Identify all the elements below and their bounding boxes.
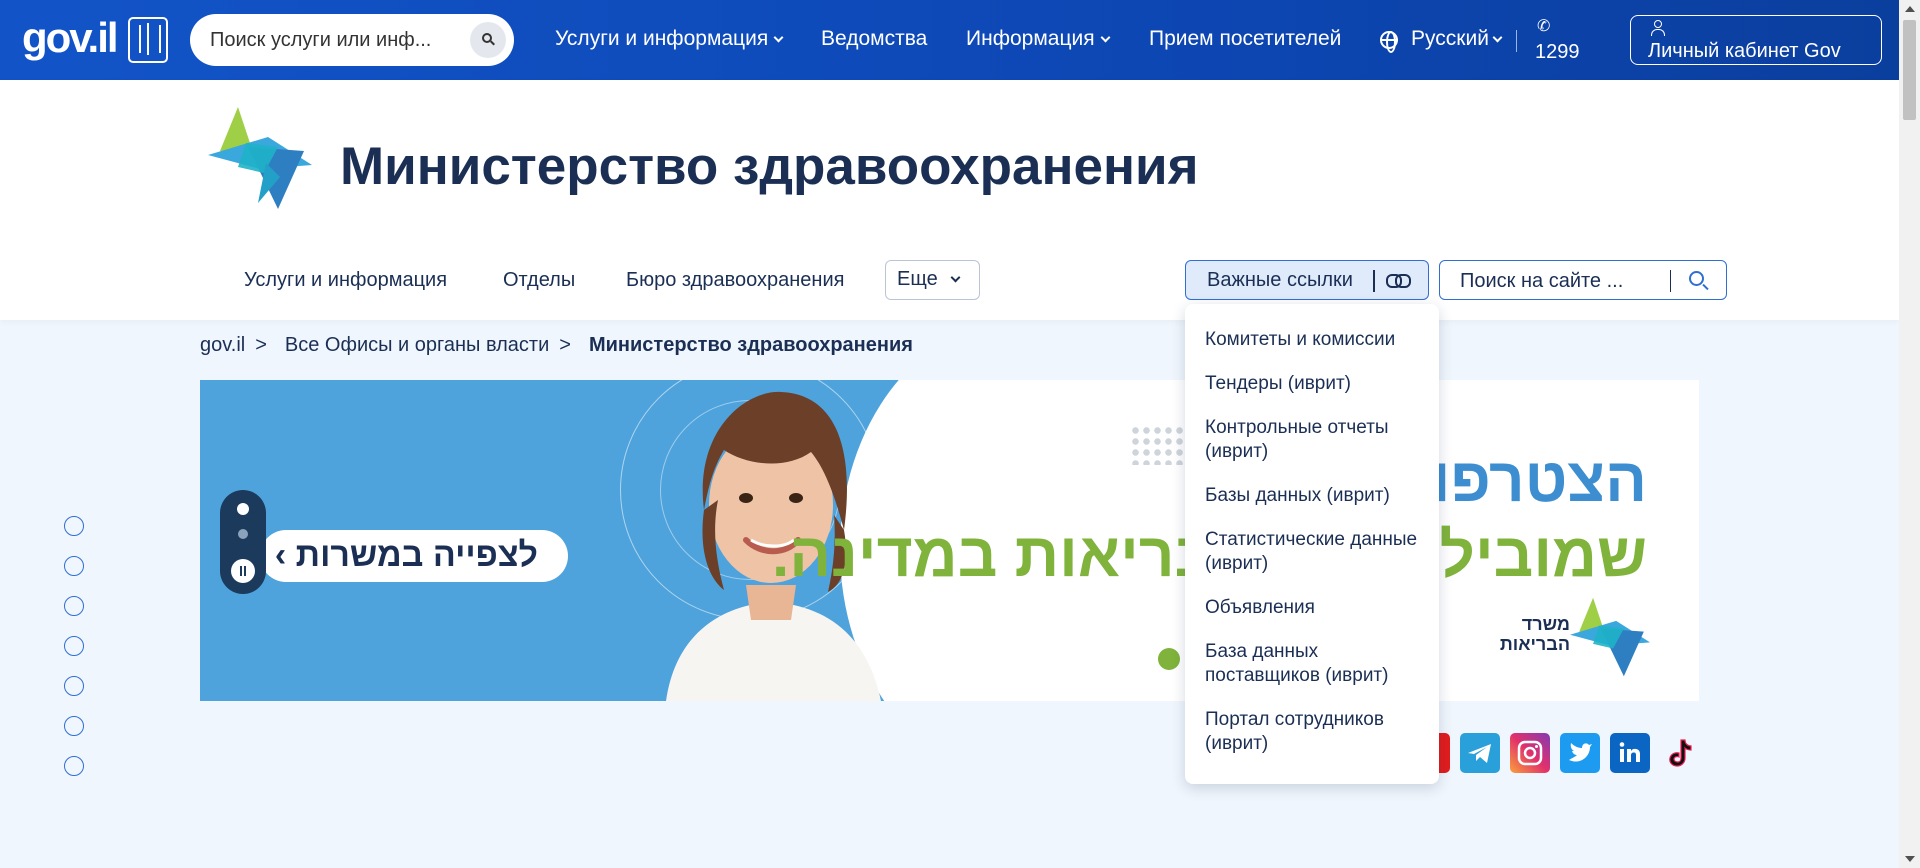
ministry-logo-icon	[1570, 597, 1650, 677]
section-nav-dot[interactable]	[64, 676, 84, 696]
breadcrumb-offices[interactable]: Все Офисы и органы власти	[285, 334, 549, 356]
site-search-input[interactable]	[1460, 269, 1650, 293]
hero-banner[interactable]: + לצפייה במשרות › הצטרפו ל שמובילים את ה…	[200, 380, 1699, 701]
search-icon[interactable]	[1689, 271, 1704, 286]
chevron-down-icon	[1100, 32, 1111, 43]
view-jobs-button[interactable]: לצפייה במשרות ›	[260, 530, 568, 582]
site-search-box	[1439, 260, 1727, 300]
top-search-box	[190, 14, 514, 66]
banner-brand-text: משרד הבריאות	[1499, 614, 1570, 654]
divider	[1373, 270, 1375, 292]
carousel-dot-active[interactable]	[237, 503, 249, 515]
twitter-glyph	[1569, 743, 1592, 762]
more-dropdown-button[interactable]: Еще	[885, 260, 980, 300]
personal-cabinet-button[interactable]: Личный кабинет Gov	[1630, 15, 1882, 65]
chevron-down-icon	[1492, 32, 1503, 43]
scroll-up-arrow-icon[interactable]	[1905, 6, 1915, 12]
pause-icon[interactable]	[231, 559, 255, 583]
link-icon	[1386, 274, 1411, 288]
subnav-health-bureau[interactable]: Бюро здравоохранения	[626, 269, 844, 292]
language-selector[interactable]: Русский	[1411, 27, 1503, 51]
topnav-information[interactable]: Информация	[966, 27, 1111, 51]
green-decor-dot	[1158, 648, 1180, 670]
dropdown-item-suppliers-db[interactable]: База данных поставщиков (иврит)	[1205, 640, 1427, 688]
divider	[1516, 30, 1517, 52]
top-search-button[interactable]	[470, 22, 506, 58]
important-links-dropdown: Комитеты и комиссии Тендеры (иврит) Конт…	[1185, 304, 1439, 784]
topnav-services-info[interactable]: Услуги и информация	[555, 27, 784, 51]
breadcrumb-home[interactable]: gov.il	[200, 334, 245, 356]
breadcrumb: gov.il > Все Офисы и органы власти > Министе…	[200, 334, 923, 357]
ministry-logo-icon[interactable]	[208, 107, 312, 209]
banner-brand: משרד הבריאות	[1500, 592, 1650, 682]
instagram-icon[interactable]	[1510, 733, 1550, 773]
ministry-title: Министерство здравоохранения	[340, 137, 1199, 196]
linkedin-glyph	[1619, 742, 1640, 762]
dropdown-item-tenders[interactable]: Тендеры (иврит)	[1205, 372, 1427, 396]
subnav-departments[interactable]: Отделы	[503, 269, 575, 292]
topnav-agencies[interactable]: Ведомства	[821, 27, 927, 51]
phone-icon: ✆	[1537, 18, 1551, 35]
search-icon	[482, 33, 492, 43]
topnav-visitor-reception[interactable]: Прием посетителей	[1149, 27, 1341, 51]
ministry-header: Министерство здравоохранения Услуги и ин…	[0, 80, 1899, 320]
subnav-services-info[interactable]: Услуги и информация	[244, 269, 447, 292]
tiktok-icon[interactable]	[1660, 733, 1700, 773]
carousel-dot[interactable]	[238, 529, 248, 539]
section-nav-dot[interactable]	[64, 716, 84, 736]
personal-cabinet-label: Личный кабинет Gov	[1648, 40, 1841, 62]
dots-decor	[1130, 425, 1190, 465]
carousel-controls	[220, 490, 266, 594]
top-search-input[interactable]	[210, 26, 448, 54]
phone-number[interactable]: 1299	[1535, 41, 1580, 64]
dropdown-item-audit-reports[interactable]: Контрольные отчеты (иврит)	[1205, 416, 1427, 464]
section-nav-dot[interactable]	[64, 556, 84, 576]
breadcrumb-current: Министерство здравоохранения	[588, 334, 913, 356]
globe-icon	[1380, 31, 1398, 53]
dropdown-item-statistics[interactable]: Статистические данные (иврит)	[1205, 528, 1427, 576]
breadcrumb-separator: >	[559, 334, 571, 356]
important-links-button[interactable]: Важные ссылки	[1185, 260, 1429, 300]
divider	[1670, 270, 1671, 292]
section-nav-dot[interactable]	[64, 516, 84, 536]
tiktok-glyph	[1669, 739, 1692, 767]
section-nav-dot[interactable]	[64, 636, 84, 656]
dropdown-item-databases[interactable]: Базы данных (иврит)	[1205, 484, 1427, 508]
state-emblem-icon	[128, 17, 168, 63]
page-scrollbar[interactable]	[1899, 0, 1920, 868]
chevron-down-icon	[950, 272, 961, 283]
scrollbar-thumb[interactable]	[1903, 20, 1916, 120]
instagram-glyph	[1517, 740, 1543, 766]
dropdown-item-committees[interactable]: Комитеты и комиссии	[1205, 328, 1427, 352]
chevron-down-icon	[773, 32, 784, 43]
scroll-down-arrow-icon[interactable]	[1905, 856, 1915, 862]
linkedin-icon[interactable]	[1610, 733, 1650, 773]
twitter-icon[interactable]	[1560, 733, 1600, 773]
user-icon	[1651, 20, 1665, 36]
dropdown-item-announcements[interactable]: Объявления	[1205, 596, 1427, 620]
section-nav-dot[interactable]	[64, 596, 84, 616]
breadcrumb-separator: >	[255, 334, 267, 356]
telegram-icon[interactable]	[1460, 733, 1500, 773]
telegram-glyph	[1468, 744, 1491, 763]
gov-top-bar: gov.il Услуги и информация Ведомства Инф…	[0, 0, 1899, 80]
dropdown-item-employee-portal[interactable]: Портал сотрудников (иврит)	[1205, 708, 1427, 756]
gov-il-logo[interactable]: gov.il	[22, 14, 119, 62]
section-nav-dot[interactable]	[64, 756, 84, 776]
